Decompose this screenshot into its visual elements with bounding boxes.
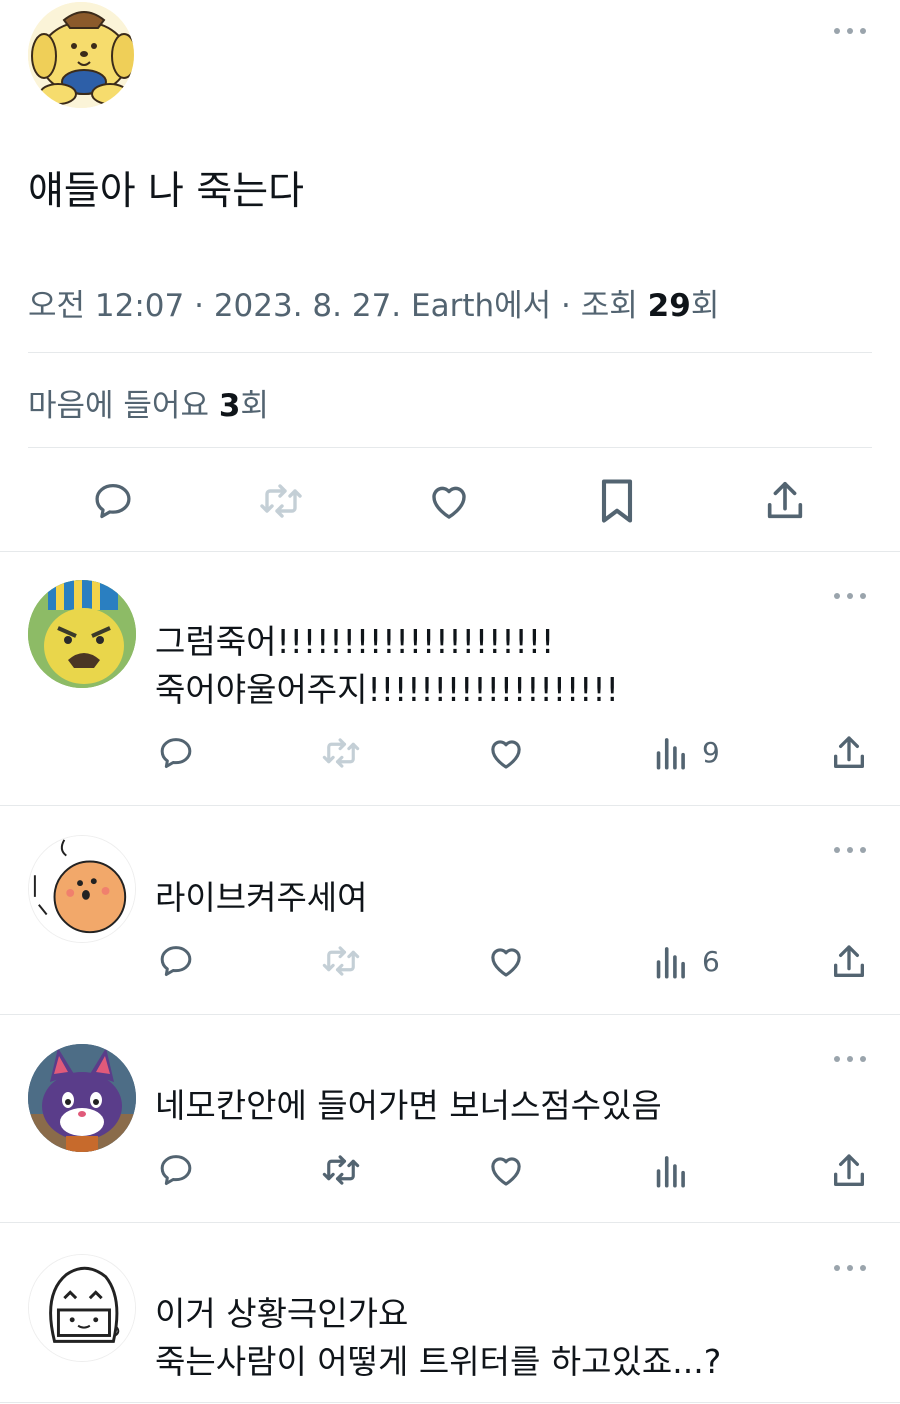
like-icon[interactable]	[484, 732, 528, 774]
retweet-icon[interactable]	[319, 940, 363, 982]
views-suffix: 회	[690, 288, 720, 324]
share-icon[interactable]	[828, 939, 870, 985]
share-icon[interactable]	[828, 730, 870, 776]
like-icon[interactable]	[424, 476, 474, 526]
more-options-icon[interactable]	[834, 592, 866, 600]
retweet-icon[interactable]	[256, 476, 306, 526]
reply-avatar[interactable]	[28, 835, 136, 943]
views-icon[interactable]	[652, 1152, 688, 1190]
tweet-meta: 오전 12:07 · 2023. 8. 27. Earth에서 · 조회 29회	[28, 288, 720, 324]
divider	[0, 1402, 900, 1403]
reply-text-line: 이거 상황극인가요	[155, 1294, 409, 1333]
pompompurin-avatar-icon	[28, 2, 134, 108]
views-label: 조회	[580, 288, 638, 324]
more-options-icon[interactable]	[834, 1055, 866, 1063]
divider	[0, 551, 900, 552]
divider	[0, 805, 900, 806]
yellow-character-avatar-icon	[28, 580, 136, 688]
retweet-icon[interactable]	[319, 1149, 363, 1191]
reply-text-line: 죽는사람이 어떻게 트위터를 하고있죠...?	[155, 1342, 722, 1381]
views-count: 29	[647, 288, 691, 324]
divider	[0, 1014, 900, 1015]
likes-count: 3	[218, 388, 241, 424]
likes-summary[interactable]: 마음에 들어요 3회	[28, 380, 269, 425]
tweet-time: 오전 12:07	[28, 288, 185, 324]
views-icon[interactable]	[652, 943, 688, 981]
reply-text-line: 죽어야울어주지!!!!!!!!!!!!!!!!!!!	[155, 670, 619, 709]
divider	[0, 1222, 900, 1223]
views-count: 6	[702, 945, 720, 978]
reply-icon[interactable]	[155, 732, 197, 774]
bookmark-icon[interactable]	[592, 474, 642, 528]
reply-text-line: 라이브켜주세여	[155, 878, 368, 917]
likes-suffix: 회	[240, 388, 269, 424]
reply-text-line: 그럼죽어!!!!!!!!!!!!!!!!!!!!!	[155, 622, 555, 661]
like-icon[interactable]	[484, 940, 528, 982]
divider	[28, 447, 872, 448]
reply-avatar[interactable]	[28, 1254, 136, 1362]
share-icon[interactable]	[828, 1148, 870, 1194]
reply-icon[interactable]	[88, 476, 138, 526]
reply-avatar[interactable]	[28, 580, 136, 688]
orange-character-avatar-icon	[29, 836, 135, 942]
divider	[28, 352, 872, 353]
views-count: 9	[702, 736, 720, 769]
share-icon[interactable]	[760, 474, 810, 528]
reply-icon[interactable]	[155, 1149, 197, 1191]
tweet-date: 2023. 8. 27.	[213, 288, 402, 324]
tweet-text: 얘들아 나 죽는다	[28, 169, 304, 214]
doodle-face-avatar-icon	[29, 1255, 135, 1361]
tweet-source: Earth에서	[411, 288, 552, 324]
purple-cat-avatar-icon	[28, 1044, 136, 1152]
more-options-icon[interactable]	[834, 846, 866, 854]
more-options-icon[interactable]	[834, 1264, 866, 1272]
author-avatar[interactable]	[28, 2, 134, 108]
views-icon[interactable]	[652, 734, 688, 772]
retweet-icon[interactable]	[319, 732, 363, 774]
like-icon[interactable]	[484, 1149, 528, 1191]
reply-avatar[interactable]	[28, 1044, 136, 1152]
likes-label: 마음에 들어요	[28, 388, 209, 424]
more-options-icon[interactable]	[834, 27, 866, 35]
reply-icon[interactable]	[155, 940, 197, 982]
reply-text-line: 네모칸안에 들어가면 보너스점수있음	[155, 1086, 662, 1125]
